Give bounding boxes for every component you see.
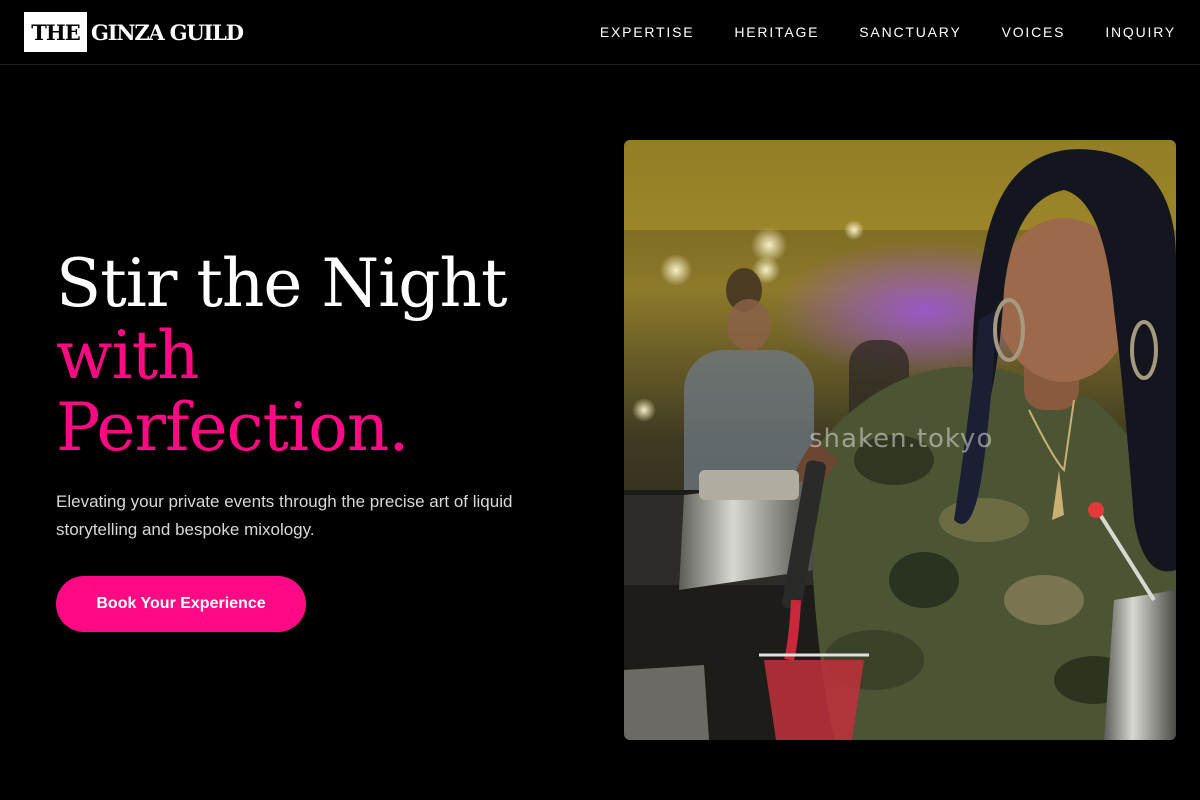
hero-subtitle: Elevating your private events through th… <box>56 492 513 539</box>
logo-text: GINZA GUILD <box>91 19 244 45</box>
hero-title: Stir the Night with Perfection. <box>56 248 576 464</box>
nav-link-sanctuary[interactable]: SANCTUARY <box>859 24 961 40</box>
nav-link-voices[interactable]: VOICES <box>1002 24 1066 40</box>
nav-link-inquiry[interactable]: INQUIRY <box>1105 24 1176 40</box>
hero-title-accent-line: with <box>56 317 200 394</box>
logo-box: THE <box>24 12 87 52</box>
nav-link-expertise[interactable]: EXPERTISE <box>600 24 695 40</box>
brand-logo[interactable]: THE GINZA GUILD <box>24 12 244 52</box>
site-header: THE GINZA GUILD EXPERTISE HERITAGE SANCT… <box>0 0 1200 65</box>
book-experience-button[interactable]: Book Your Experience <box>56 576 306 632</box>
nav-link-heritage[interactable]: HERITAGE <box>734 24 819 40</box>
hero-title-accent-line: Perfection. <box>56 389 409 466</box>
hero-image-bartender: shaken.tokyo <box>624 140 1176 740</box>
image-watermark: shaken.tokyo <box>809 424 994 454</box>
hero-title-line: Stir the Night <box>56 245 508 322</box>
main-nav: EXPERTISE HERITAGE SANCTUARY VOICES INQU… <box>600 0 1176 64</box>
